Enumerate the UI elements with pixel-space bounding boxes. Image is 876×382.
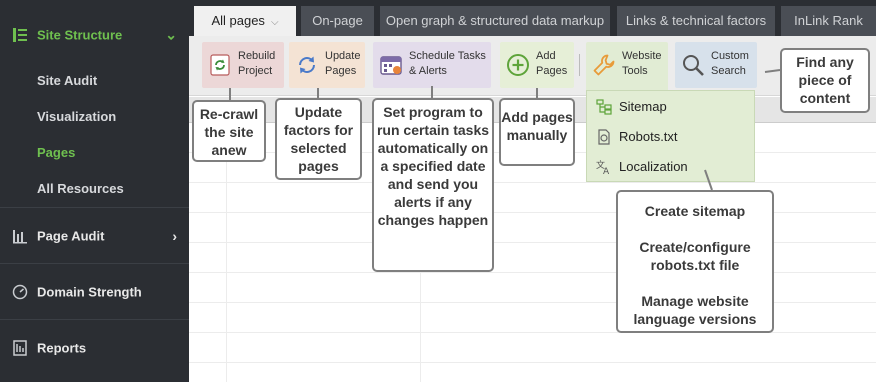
sidebar-item-label: Page Audit: [37, 228, 105, 243]
tab-bar: All pages ⌵ On-page Open graph & structur…: [189, 0, 876, 36]
website-tools-label: Website Tools: [622, 50, 662, 77]
sidebar-item-label: Reports: [37, 340, 87, 355]
sidebar-header-label: Site Structure: [37, 27, 123, 43]
chevron-down-icon: ⌄: [165, 26, 177, 43]
sidebar: Site Structure ⌄ Site Audit Visualizatio…: [0, 0, 189, 382]
sidebar-item-site-structure[interactable]: Site Structure ⌄: [0, 12, 189, 58]
update-pages-button[interactable]: Update Pages: [289, 42, 365, 88]
menu-item-robots[interactable]: Robots.txt: [587, 123, 754, 151]
custom-search-button[interactable]: Custom Search: [675, 42, 757, 88]
callout-schedule: Set program to run certain tasks automat…: [372, 98, 494, 272]
sidebar-item-label: Domain Strength: [37, 284, 142, 299]
website-tools-button[interactable]: Website Tools: [586, 42, 668, 96]
gauge-icon: [12, 284, 28, 299]
schedule-tasks-button[interactable]: Schedule Tasks & Alerts: [373, 42, 491, 88]
grid-line: [189, 362, 876, 363]
toolbar-divider: [579, 54, 580, 76]
translate-icon: 文 A: [596, 159, 610, 175]
callout-add-pages: Add pages manually: [499, 98, 575, 166]
chevron-down-icon: ⌵: [270, 17, 279, 28]
custom-search-label: Custom Search: [711, 50, 749, 77]
callout-update: Update factors for selected pages: [275, 98, 362, 180]
sidebar-item-pages[interactable]: Pages: [37, 145, 75, 160]
grid-line: [189, 182, 876, 183]
rebuild-icon: [210, 54, 230, 76]
tab-open-graph[interactable]: Open graph & structured data markup: [380, 6, 610, 36]
wrench-icon: [593, 54, 615, 76]
menu-item-label: Robots.txt: [619, 129, 678, 144]
search-icon: [683, 55, 704, 76]
site-structure-icon: [13, 28, 27, 42]
robots-file-icon: [598, 129, 610, 145]
rebuild-project-label: Rebuild Project: [238, 50, 276, 77]
sidebar-item-domain-strength[interactable]: Domain Strength: [0, 264, 189, 319]
sidebar-item-site-audit[interactable]: Site Audit: [37, 73, 97, 88]
tab-on-page[interactable]: On-page: [301, 6, 374, 36]
sidebar-item-page-audit[interactable]: Page Audit ›: [0, 208, 189, 263]
plus-circle-icon: [507, 54, 529, 76]
tab-all-pages[interactable]: All pages ⌵: [194, 6, 296, 36]
menu-item-label: Localization: [619, 159, 688, 174]
page-audit-icon: [13, 229, 27, 243]
callout-website-tools: Create sitemap Create/configure robots.t…: [616, 190, 774, 333]
add-pages-label: Add Pages: [536, 50, 568, 77]
refresh-icon: [299, 56, 315, 74]
sidebar-item-visualization[interactable]: Visualization: [37, 109, 116, 124]
chevron-right-icon: ›: [172, 227, 177, 244]
sidebar-item-reports[interactable]: Reports: [0, 320, 189, 375]
sidebar-item-all-resources[interactable]: All Resources: [37, 181, 124, 196]
menu-item-sitemap[interactable]: Sitemap: [587, 93, 754, 121]
callout-find: Find any piece of content: [780, 48, 870, 113]
rebuild-project-button[interactable]: Rebuild Project: [202, 42, 284, 88]
svg-text:A: A: [603, 167, 610, 175]
toolbar: Rebuild Project Update Pages Schedule Ta…: [189, 36, 876, 96]
callout-line: Manage website language versions: [633, 293, 757, 327]
menu-item-label: Sitemap: [619, 99, 667, 114]
menu-item-localization[interactable]: 文 A Localization: [587, 153, 754, 181]
callout-line: Create sitemap: [644, 203, 746, 219]
callout-line: Create/configure robots.txt file: [639, 239, 751, 273]
sitemap-icon: [596, 99, 612, 115]
reports-icon: [13, 339, 27, 356]
calendar-icon: [380, 56, 402, 75]
callout-recrawl: Re-crawl the site anew: [192, 100, 266, 162]
tab-label: All pages: [211, 13, 265, 28]
tab-links-technical[interactable]: Links & technical factors: [617, 6, 775, 36]
update-pages-label: Update Pages: [325, 50, 361, 77]
website-tools-menu: Sitemap Robots.txt 文 A Localization: [586, 90, 755, 182]
add-pages-button[interactable]: Add Pages: [500, 42, 574, 88]
schedule-tasks-label: Schedule Tasks & Alerts: [409, 50, 486, 77]
grid-line: [189, 332, 876, 333]
tab-inlink-rank[interactable]: InLink Rank: [781, 6, 876, 36]
